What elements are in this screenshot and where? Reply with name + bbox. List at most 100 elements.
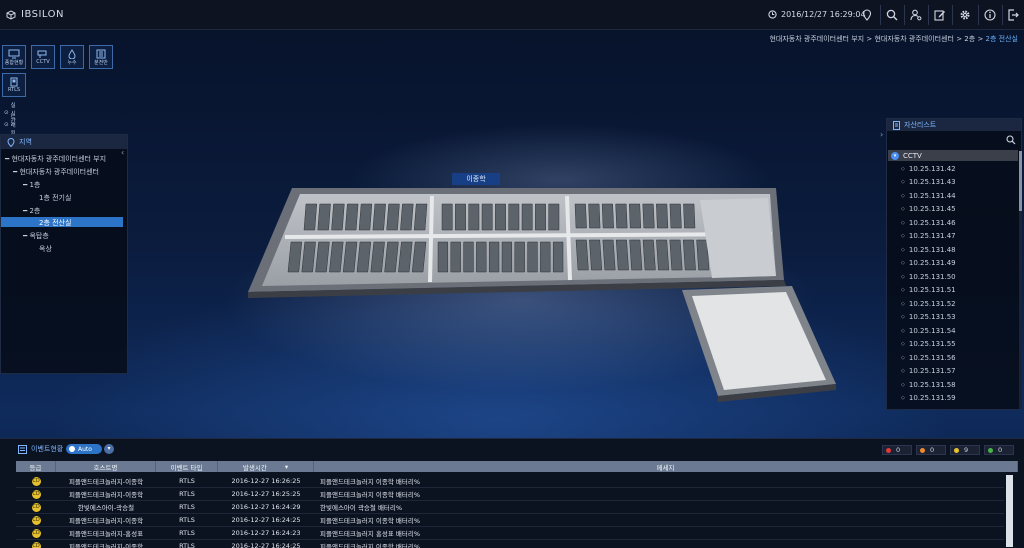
top-bar: IBSILON 2016/12/27 16:29:04 [0, 0, 1024, 30]
asset-search[interactable] [888, 133, 1020, 147]
asset-item[interactable]: ◇ 10.25.131.42 [888, 162, 1018, 176]
cctv-button[interactable]: CCTV [31, 45, 55, 69]
col-message[interactable]: 메세지 [314, 461, 1018, 472]
region-title: 지역 [19, 138, 32, 146]
major-counter[interactable]: 0 [916, 445, 946, 455]
tree-item-floor2[interactable]: ━ 2층 [23, 206, 40, 216]
asset-item[interactable]: ◇ 10.25.131.56 [888, 351, 1018, 365]
tree-item-site[interactable]: ━ 현대자동차 광주데이터센터 부지 [5, 154, 106, 164]
chevron-down-icon[interactable]: ▾ [104, 444, 114, 454]
event-level-cell: CD [16, 528, 56, 538]
camera-icon: ◇ [901, 273, 905, 280]
event-row[interactable]: CD 피플앤드테크놀러지-홍성표 RTLS 2016-12-27 16:24:23 피플… [16, 527, 1004, 540]
asset-item[interactable]: ◇ 10.25.131.51 [888, 284, 1018, 298]
tree-label: 현대자동차 광주데이터센터 [19, 168, 99, 176]
rack [656, 203, 669, 229]
col-type[interactable]: 이벤트 타입 [156, 461, 218, 472]
edit-icon[interactable] [929, 4, 951, 26]
camera-icon: ◇ [901, 246, 905, 253]
breadcrumb-item[interactable]: 현대자동차 광주데이터센터 부지 [769, 35, 864, 43]
search-icon[interactable] [1006, 135, 1016, 145]
tracking-icon: ⊙ [4, 122, 9, 128]
tree-item-electric-room[interactable]: 1층 전기실 [39, 193, 71, 203]
cctv-label: CCTV [36, 59, 50, 65]
rack [615, 203, 628, 229]
asset-item[interactable]: ◇ 10.25.131.54 [888, 324, 1018, 338]
gear-icon[interactable] [954, 4, 976, 26]
asset-scroll-thumb[interactable] [1019, 151, 1022, 211]
overview-button[interactable]: 종합현황 [2, 45, 26, 69]
leak-button[interactable]: 누수 [60, 45, 84, 69]
asset-item[interactable]: ◇ 10.25.131.58 [888, 378, 1018, 392]
asset-scrollbar[interactable] [1019, 151, 1022, 409]
panel-board-button[interactable]: 분전반 [89, 45, 113, 69]
asset-ip: 10.25.131.46 [908, 218, 956, 227]
rack [669, 203, 682, 229]
info-icon[interactable] [979, 4, 1001, 26]
rack [575, 239, 589, 271]
breadcrumb-item[interactable]: 현대자동차 광주데이터센터 [874, 35, 954, 43]
asset-item[interactable]: ◇ 10.25.131.43 [888, 176, 1018, 190]
asset-item[interactable]: ◇ 10.25.131.57 [888, 365, 1018, 379]
tree-item-floor1[interactable]: ━ 1층 [23, 180, 40, 190]
tree-item-center[interactable]: ━ 현대자동차 광주데이터센터 [13, 167, 99, 177]
rack [400, 203, 414, 231]
document-icon [893, 120, 900, 130]
asset-group-cctv[interactable]: ▾ CCTV [888, 150, 1018, 161]
event-type-cell: RTLS [179, 503, 195, 511]
tree-item-roof[interactable]: 옥상 [39, 244, 52, 254]
location-pin-icon[interactable] [856, 4, 878, 26]
minor-counter[interactable]: 9 [950, 445, 980, 455]
app-name: IBSILON [21, 9, 64, 20]
person-location-label[interactable]: 이종학 [452, 173, 500, 185]
asset-ip: 10.25.131.55 [908, 340, 956, 349]
collapse-region-panel-icon[interactable]: ‹ [121, 148, 124, 157]
critical-counter[interactable]: 0 [882, 445, 912, 455]
major-count: 0 [930, 446, 935, 454]
col-host[interactable]: 호스트명 [56, 461, 156, 472]
event-msg-cell: 피플앤드테크놀러지 이종학 배터리% [320, 543, 421, 548]
asset-item[interactable]: ◇ 10.25.131.44 [888, 189, 1018, 203]
rack [615, 239, 629, 271]
asset-item[interactable]: ◇ 10.25.131.49 [888, 257, 1018, 271]
rack [589, 239, 603, 271]
asset-item[interactable]: ◇ 10.25.131.45 [888, 203, 1018, 217]
event-panel: 이벤트현황 Auto ▾ 0 0 9 0 등급 호스트명 이벤트 타입 발생시간… [0, 438, 1024, 548]
search-icon[interactable] [881, 4, 903, 26]
breadcrumb-item[interactable]: 2층 [964, 35, 975, 43]
asset-item[interactable]: ◇ 10.25.131.53 [888, 311, 1018, 325]
normal-counter[interactable]: 0 [984, 445, 1014, 455]
event-level-cell: CD [16, 502, 56, 512]
event-row[interactable]: CD 피플앤드테크놀러지-이종학 RTLS 2016-12-27 16:24:25 피플… [16, 540, 1004, 548]
expand-asset-panel-icon[interactable]: › [880, 130, 883, 139]
event-row[interactable]: CD 피플앤드테크놀러지-이종학 RTLS 2016-12-27 16:24:25 피플… [16, 514, 1004, 527]
asset-item[interactable]: ◇ 10.25.131.59 [888, 392, 1018, 406]
tree-label: 1층 [29, 181, 41, 189]
asset-item[interactable]: ◇ 10.25.131.52 [888, 297, 1018, 311]
col-level[interactable]: 등급 [16, 461, 56, 472]
asset-item[interactable]: ◇ 10.25.131.55 [888, 338, 1018, 352]
rtls-button[interactable]: RTLS [2, 73, 26, 97]
app-logo[interactable]: IBSILON [6, 9, 64, 20]
event-row[interactable]: CD 피플앤드테크놀러지-이종학 RTLS 2016-12-27 16:26:25 피플… [16, 475, 1004, 488]
asset-ip: 10.25.131.57 [908, 367, 956, 376]
asset-item[interactable]: ◇ 10.25.131.46 [888, 216, 1018, 230]
tree-label: 옥상 [39, 245, 52, 253]
rack [468, 203, 480, 231]
logout-icon[interactable] [1002, 4, 1024, 26]
auto-refresh-toggle[interactable]: Auto [66, 444, 102, 454]
event-row[interactable]: CD 한빛에스아이-곽승철 RTLS 2016-12-27 16:24:29 한빛에스아… [16, 501, 1004, 514]
event-time-cell: 2016-12-27 16:24:29 [231, 503, 301, 511]
tree-item-computer-room[interactable]: 2층 전산실 [39, 218, 71, 228]
severity-badge: CD [31, 476, 41, 486]
col-time[interactable]: 발생시간 ▾ [218, 461, 314, 472]
user-settings-icon[interactable] [905, 4, 927, 26]
asset-item[interactable]: ◇ 10.25.131.50 [888, 270, 1018, 284]
event-scrollbar[interactable] [1006, 475, 1013, 547]
asset-item[interactable]: ◇ 10.25.131.47 [888, 230, 1018, 244]
tree-item-rooftop-floor[interactable]: ━ 옥탑층 [23, 231, 49, 241]
event-row[interactable]: CD 피플앤드테크놀러지-이종학 RTLS 2016-12-27 16:25:25 피플… [16, 488, 1004, 501]
rack [413, 203, 428, 231]
asset-item[interactable]: ◇ 10.25.131.48 [888, 243, 1018, 257]
asset-ip: 10.25.131.54 [908, 326, 956, 335]
